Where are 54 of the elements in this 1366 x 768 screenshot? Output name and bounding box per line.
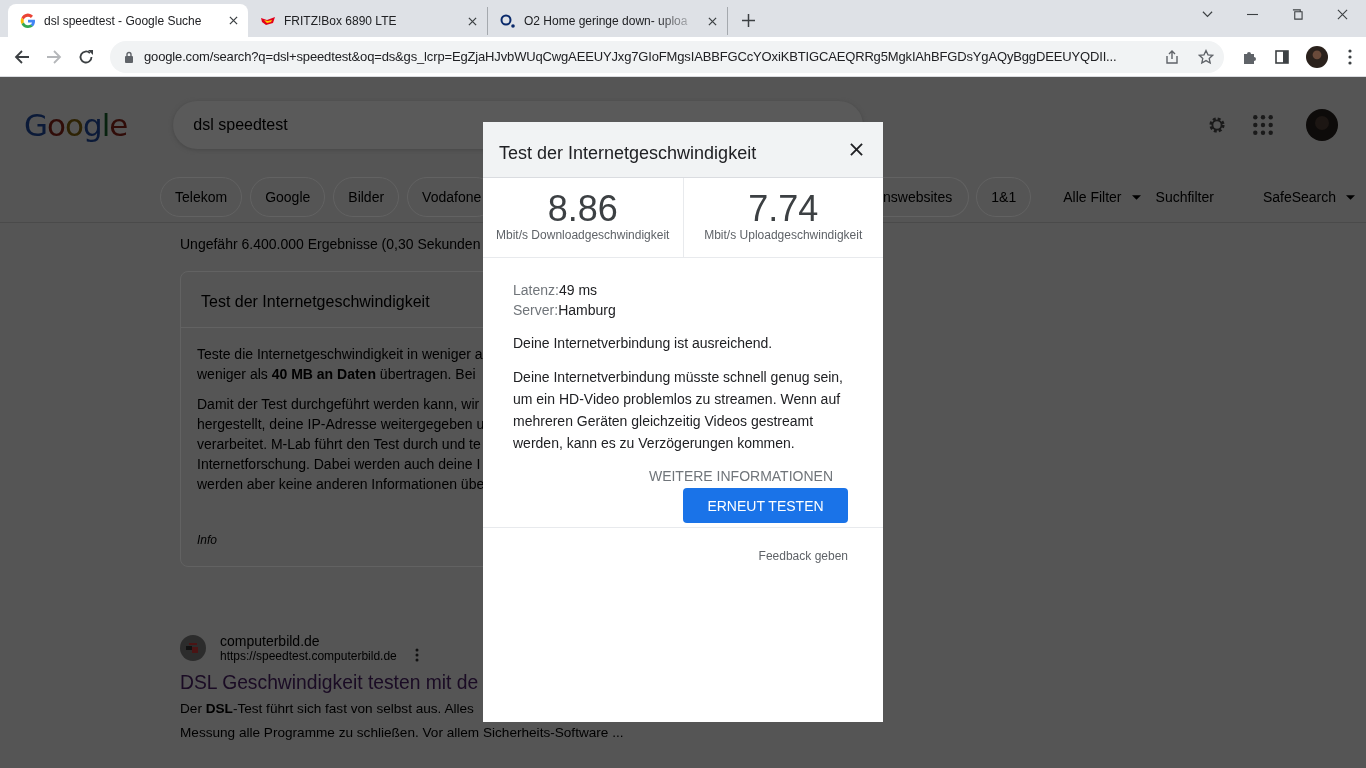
filter-dropdown[interactable]: SafeSearch	[1262, 189, 1356, 205]
new-tab-icon[interactable]	[742, 14, 755, 27]
paragraph-line: weniger als 40 MB an Daten übertragen. Bei	[197, 366, 476, 382]
feedback-link[interactable]: Feedback geben	[758, 549, 848, 563]
speed-value: 8.86	[547, 190, 618, 228]
avatar-icon[interactable]	[1306, 45, 1328, 68]
detail-value: Hamburg	[558, 302, 616, 318]
info-link[interactable]: Info	[197, 530, 217, 550]
back-icon[interactable]	[14, 48, 30, 65]
filter-dropdown[interactable]: Alle Filter	[1063, 189, 1141, 205]
side-panel-icon[interactable]	[1274, 48, 1290, 65]
address-bar[interactable]: google.com/search?q=dsl+speedtest&oq=ds&gs_lcrp=EgZjaHJvbWUqCwgAEEUYJxg7GIoFMgsIABBFGCcYOxiKBTIGCAEQRRg5MgkIAhBFGDsYgAQyBggDEEUYQDII...	[110, 40, 1224, 73]
result-count: Ungefähr 6.400.000 Ergebnisse (0,30 Sekunden	[180, 235, 482, 254]
o2-favicon-icon	[500, 13, 516, 29]
filter-dropdown[interactable]: Suchfilter	[1155, 189, 1214, 205]
browser-tab[interactable]: dsl speedtest - Google Suche	[8, 4, 248, 37]
star-icon[interactable]	[1198, 48, 1214, 65]
close-tab-icon[interactable]	[708, 16, 717, 26]
close-icon[interactable]	[850, 143, 863, 156]
browser-tab[interactable]: O2 Home geringe down- uploa	[488, 7, 728, 35]
speed-value: 7.74	[748, 190, 819, 228]
detail-value: 49 ms	[558, 282, 598, 298]
site-favicon-icon	[180, 635, 206, 661]
snippet-line: Der DSL-Test führt sich fast von selbst aus. Alles	[180, 701, 474, 716]
message-text: Deine Internetverbindung müsste schnell genug sein, um ein HD-Video problemlos zu streamen. Wenn auf mehreren Geräten gleichzeitig Videos gestreamt werden, kann es zu Verzögerungen kommen.	[513, 368, 844, 453]
paragraph-line: verarbeitet. M-Lab führt den Test durch und te	[197, 436, 481, 452]
google-favicon-icon	[20, 12, 36, 29]
speed-label: Mbit/s Uploadgeschwindigkeit	[704, 228, 863, 242]
more-options-icon[interactable]	[414, 648, 419, 662]
status-text: Deine Internetverbindung ist ausreichend.	[513, 335, 774, 351]
google-logo[interactable]: Google	[24, 106, 128, 143]
reload-icon[interactable]	[78, 48, 94, 65]
browser-tab[interactable]: FRITZ!Box 6890 LTE	[248, 7, 488, 35]
paragraph-line: werden aber keine anderen Informationen übe	[197, 476, 485, 492]
snippet-line: Messung alle Programme zu schließen. Vor allem Sicherheits-Software ...	[180, 725, 624, 740]
paragraph-line: Damit der Test durchgeführt werden kann, wir	[197, 396, 480, 412]
close-window-icon[interactable]	[1337, 9, 1348, 20]
retest-button[interactable]: ERNEUT TESTEN	[683, 488, 848, 523]
close-tab-icon[interactable]	[229, 16, 238, 25]
lock-icon[interactable]	[124, 50, 134, 63]
paragraph-line: Internetforschung. Dabei werden auch deine I	[197, 456, 481, 472]
more-info-link[interactable]: WEITERE INFORMATIONEN	[648, 468, 833, 484]
paragraph-line: hergestellt, deine IP-Adresse weitergegeben u	[197, 416, 485, 432]
speed-label: Mbit/s Downloadgeschwindigkeit	[496, 228, 670, 242]
site-url: https://speedtest.computerbild.de	[220, 649, 397, 663]
share-icon[interactable]	[1164, 48, 1180, 65]
close-tab-icon[interactable]	[468, 16, 477, 26]
chevron-down-icon[interactable]	[1202, 9, 1213, 20]
dialog-title: Test der Internetgeschwindigkeit	[499, 143, 757, 164]
restore-icon[interactable]	[1292, 9, 1303, 20]
result-title-link[interactable]: DSL Geschwindigkeit testen mit de	[180, 669, 479, 697]
paragraph-line: Teste die Internetgeschwindigkeit in weniger a	[197, 346, 483, 362]
menu-icon[interactable]	[1348, 48, 1352, 65]
site-name: computerbild.de	[220, 633, 321, 649]
